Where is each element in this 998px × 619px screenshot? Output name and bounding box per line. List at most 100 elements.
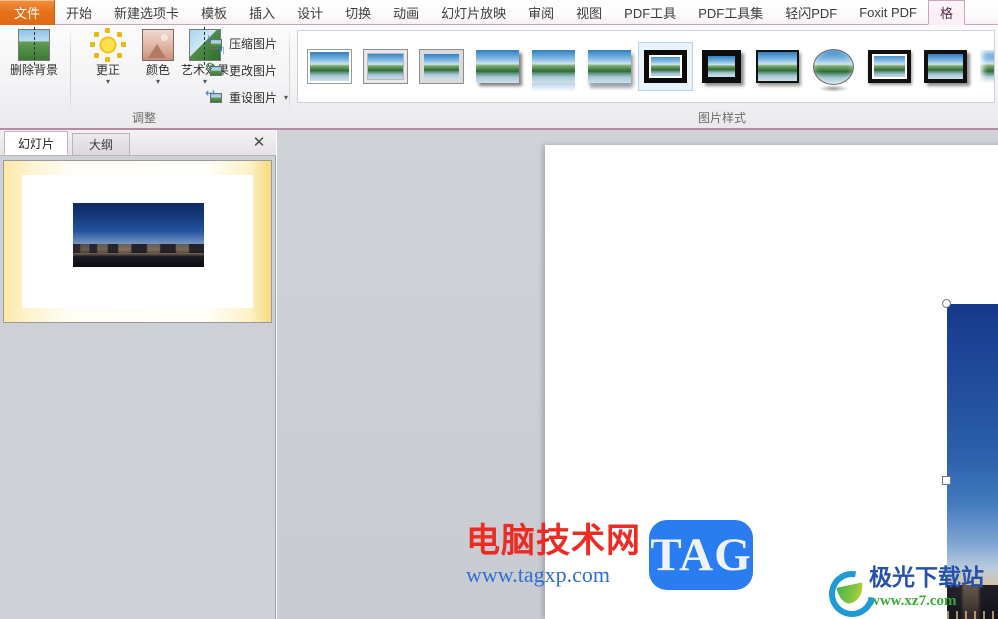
tab-design[interactable]: 设计 [286, 0, 334, 25]
tab-home-label: 开始 [66, 6, 93, 21]
powerpoint-window: 文件 开始 新建选项卡 模板 插入 设计 切换 动画 幻灯片放映 审阅 视图 P… [0, 0, 998, 619]
slide-pane-tabs: 幻灯片 大纲 ✕ [0, 130, 276, 156]
picture-style-soft-edge-rectangle[interactable] [751, 43, 804, 90]
reset-picture-label: 重设图片 [229, 91, 278, 105]
picture-style-reflected-rounded-rectangle[interactable] [527, 43, 580, 92]
tab-foxit-pdf-label: Foxit PDF [859, 5, 918, 20]
style-preview-icon [476, 50, 519, 83]
slide-navigation-pane: 幻灯片 大纲 ✕ [0, 130, 276, 619]
tab-file[interactable]: 文件 [0, 0, 56, 25]
ribbon-group-adjust: 删除背景 更正 ▾ 颜色 ▾ 艺术效果 ▾ ⇲ ⇲ 压缩图片 ⟳ 更改图片 ↩ … [0, 25, 288, 128]
tab-slideshow[interactable]: 幻灯片放映 [430, 0, 517, 25]
picture-style-compound-frame-black[interactable] [975, 43, 994, 90]
close-icon[interactable]: ✕ [250, 133, 268, 151]
brightness-sun-icon [90, 28, 126, 62]
ribbon-group-picture-styles: 图片样式 [292, 25, 998, 128]
group-divider [289, 29, 290, 115]
tab-transitions[interactable]: 切换 [334, 0, 382, 25]
style-preview-icon [532, 50, 575, 92]
chevron-down-icon[interactable]: ▾ [156, 78, 160, 86]
change-picture-button[interactable]: 更改图片 [206, 60, 278, 81]
remove-background-button[interactable]: 删除背景 [4, 27, 64, 77]
remove-background-label: 删除背景 [9, 63, 58, 77]
tab-picture-format[interactable]: 格 [928, 0, 966, 25]
color-picture-icon [142, 29, 174, 61]
selected-picture[interactable] [947, 304, 998, 619]
picture-style-drop-shadow-rectangle[interactable] [471, 43, 524, 90]
tab-pdf-toolset-label: PDF工具集 [698, 6, 764, 21]
color-label: 颜色 [145, 63, 170, 77]
picture-style-center-shadow-rectangle[interactable] [919, 43, 972, 90]
style-preview-icon [813, 48, 854, 92]
picture-styles-group-label: 图片样式 [697, 111, 746, 125]
group-divider [70, 29, 71, 115]
style-preview-icon [924, 50, 967, 83]
tab-insert-label: 插入 [249, 6, 276, 21]
style-preview-icon [308, 50, 351, 83]
compress-pictures-button[interactable]: 压缩图片 [208, 33, 277, 54]
remove-background-icon [18, 27, 50, 65]
picture-styles-gallery[interactable] [297, 30, 995, 103]
tab-view[interactable]: 视图 [565, 0, 613, 25]
tab-design-label: 设计 [297, 6, 324, 21]
change-picture-label: 更改图片 [229, 64, 278, 78]
slide-thumbnail-content [22, 175, 253, 308]
resize-handle-top-left[interactable] [942, 299, 951, 308]
style-preview-icon [420, 50, 463, 83]
chevron-down-icon[interactable]: ▾ [284, 93, 288, 102]
tab-foxit-pdf[interactable]: Foxit PDF [848, 0, 928, 25]
corrections-label: 更正 [95, 63, 120, 77]
tab-pdf-tools-label: PDF工具 [624, 6, 677, 21]
picture-style-relaxed-perspective-white[interactable] [695, 43, 748, 90]
tab-outline[interactable]: 大纲 [72, 133, 131, 155]
tab-template[interactable]: 模板 [190, 0, 238, 25]
tab-slides[interactable]: 幻灯片 [4, 131, 69, 155]
picture-style-beveled-matte-white[interactable] [359, 43, 412, 90]
tab-transitions-label: 切换 [345, 6, 372, 21]
tab-qingshan-pdf[interactable]: 轻闪PDF [774, 0, 848, 25]
picture-style-perspective-shadow-white[interactable] [583, 43, 636, 90]
tab-slides-label: 幻灯片 [18, 136, 55, 151]
resize-handle-middle-left[interactable] [942, 476, 951, 485]
style-preview-icon [980, 50, 994, 83]
style-preview-icon [364, 50, 407, 83]
style-preview-icon [868, 50, 911, 83]
change-picture-icon [206, 60, 224, 79]
slide-thumbnail-image [72, 202, 205, 267]
picture-city-lights [947, 610, 998, 619]
picture-style-simple-frame-white[interactable] [303, 43, 356, 90]
tab-insert[interactable]: 插入 [238, 0, 286, 25]
picture-style-beveled-perspective-left[interactable] [638, 42, 693, 91]
picture-style-bevel-rectangle-oval[interactable] [807, 43, 860, 92]
adjust-group-label: 调整 [131, 111, 156, 125]
style-preview-icon [756, 50, 799, 83]
tab-new-tab-label: 新建选项卡 [114, 6, 180, 21]
tab-pdf-tools[interactable]: PDF工具 [613, 0, 687, 25]
tab-outline-label: 大纲 [89, 138, 114, 152]
reset-picture-button[interactable]: 重设图片 ▾ [205, 86, 288, 108]
ribbon-tab-bar: 文件 开始 新建选项卡 模板 插入 设计 切换 动画 幻灯片放映 审阅 视图 P… [0, 0, 998, 25]
ribbon: 删除背景 更正 ▾ 颜色 ▾ 艺术效果 ▾ ⇲ ⇲ 压缩图片 ⟳ 更改图片 ↩ … [0, 25, 998, 130]
picture-style-rotated-white[interactable] [863, 43, 916, 90]
compress-pictures-label: 压缩图片 [229, 37, 278, 51]
tab-picture-format-label: 格 [940, 6, 954, 21]
slide-thumbnail-1[interactable] [3, 160, 272, 323]
tab-new-tab[interactable]: 新建选项卡 [103, 0, 190, 25]
tab-review-label: 审阅 [528, 6, 555, 21]
style-preview-icon [588, 50, 632, 90]
tab-template-label: 模板 [201, 6, 228, 21]
tab-qingshan-pdf-label: 轻闪PDF [785, 6, 838, 21]
style-preview-icon [644, 50, 687, 83]
tab-file-label: 文件 [14, 6, 41, 21]
tab-slideshow-label: 幻灯片放映 [441, 6, 507, 21]
slide-work-area [277, 130, 998, 619]
reset-picture-icon [205, 86, 224, 106]
chevron-down-icon[interactable]: ▾ [106, 78, 110, 86]
tab-home[interactable]: 开始 [55, 0, 103, 25]
compress-pictures-icon [208, 36, 224, 52]
tab-animations[interactable]: 动画 [382, 0, 430, 25]
tab-pdf-toolset[interactable]: PDF工具集 [687, 0, 774, 25]
picture-style-metal-frame[interactable] [415, 43, 468, 90]
tab-review[interactable]: 审阅 [517, 0, 565, 25]
slide-canvas[interactable] [545, 145, 998, 619]
